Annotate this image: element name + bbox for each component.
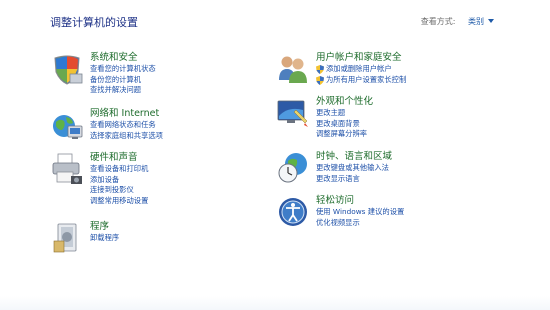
user-accounts-icon[interactable] xyxy=(276,52,310,86)
user-accounts-heading[interactable]: 用户帐户和家庭安全 xyxy=(316,52,506,64)
hardware-sound-link[interactable]: 调整常用移动设置 xyxy=(90,196,280,207)
clock-globe-icon[interactable] xyxy=(276,151,310,185)
view-by-dropdown[interactable]: 类别 xyxy=(468,17,494,26)
view-by-label: 查看方式: xyxy=(420,17,456,26)
user-accounts-link[interactable]: 为所有用户设置家长控制 xyxy=(316,75,506,86)
programs-link[interactable]: 卸载程序 xyxy=(90,233,280,244)
network-internet-link[interactable]: 选择家庭组和共享选项 xyxy=(90,131,280,142)
user-accounts-link[interactable]: 添加或删除用户帐户 xyxy=(316,64,506,75)
clock-region-link[interactable]: 更改键盘或其他输入法 xyxy=(316,163,506,174)
system-security-icon[interactable] xyxy=(50,52,84,86)
view-by-control: 查看方式: 类别 xyxy=(421,16,494,27)
ease-of-access-icon[interactable] xyxy=(276,195,310,229)
appearance-link[interactable]: 调整屏幕分辨率 xyxy=(316,129,506,140)
uac-shield-icon xyxy=(316,65,324,74)
system-security-link[interactable]: 查看您的计算机状态 xyxy=(90,64,280,75)
uac-shield-icon xyxy=(316,75,324,85)
control-panel-page: 调整计算机的设置 查看方式: 类别 系统和安全 查看您的计算机状态 备份您的计算… xyxy=(0,0,550,310)
chevron-down-icon[interactable] xyxy=(488,19,494,23)
hardware-sound-link[interactable]: 添加设备 xyxy=(90,175,280,186)
appearance-link[interactable]: 更改桌面背景 xyxy=(316,119,506,130)
user-accounts-link-label[interactable]: 为所有用户设置家长控制 xyxy=(326,75,406,84)
hardware-sound-link[interactable]: 连接到投影仪 xyxy=(90,185,280,196)
system-security-link[interactable]: 查找并解决问题 xyxy=(90,85,280,96)
appearance-link[interactable]: 更改主题 xyxy=(316,108,506,119)
clock-region-link[interactable]: 更改显示语言 xyxy=(316,174,506,185)
system-security-heading[interactable]: 系统和安全 xyxy=(90,52,280,64)
programs-icon[interactable] xyxy=(50,221,84,255)
appearance-heading[interactable]: 外观和个性化 xyxy=(316,96,506,108)
programs-heading[interactable]: 程序 xyxy=(90,221,280,233)
hardware-sound-link[interactable]: 查看设备和打印机 xyxy=(90,164,280,175)
hardware-sound-heading[interactable]: 硬件和声音 xyxy=(90,152,280,164)
clock-region-heading[interactable]: 时钟、语言和区域 xyxy=(316,151,506,163)
ease-of-access-link[interactable]: 使用 Windows 建议的设置 xyxy=(316,207,506,218)
network-globe-icon[interactable] xyxy=(50,108,84,142)
system-security-link[interactable]: 备份您的计算机 xyxy=(90,75,280,86)
appearance-icon[interactable] xyxy=(276,96,310,130)
ease-of-access-heading[interactable]: 轻松访问 xyxy=(316,195,506,207)
view-by-value[interactable]: 类别 xyxy=(468,17,484,26)
network-internet-heading[interactable]: 网络和 Internet xyxy=(90,108,280,120)
page-title: 调整计算机的设置 xyxy=(50,16,138,29)
user-accounts-link-label[interactable]: 添加或删除用户帐户 xyxy=(326,64,392,73)
ease-of-access-link[interactable]: 优化视频显示 xyxy=(316,218,506,229)
network-internet-link[interactable]: 查看网络状态和任务 xyxy=(90,120,280,131)
printer-icon[interactable] xyxy=(50,152,84,186)
bottom-edge xyxy=(0,296,550,310)
